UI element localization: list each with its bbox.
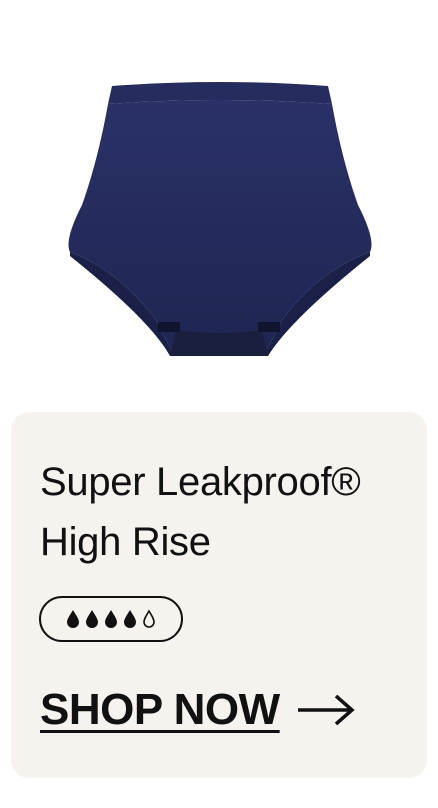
product-title[interactable]: Super Leakproof® High Rise xyxy=(40,452,420,572)
drop-outline-icon xyxy=(143,609,155,628)
product-title-line2: High Rise xyxy=(40,520,211,564)
product-image[interactable] xyxy=(0,0,438,400)
drop-filled-icon xyxy=(124,610,136,628)
arrow-right-icon xyxy=(297,694,355,726)
shop-now-link[interactable]: SHOP NOW xyxy=(40,682,356,738)
product-card[interactable]: Super Leakproof® High Rise SHOP NOW xyxy=(11,412,427,778)
drop-filled-icon xyxy=(105,610,117,628)
shop-now-label: SHOP NOW xyxy=(40,685,280,734)
product-title-line1: Super Leakproof® xyxy=(40,460,361,504)
drop-filled-icon xyxy=(67,610,79,628)
absorbency-rating xyxy=(39,596,183,642)
navy-brief-illustration xyxy=(68,82,372,356)
drop-filled-icon xyxy=(86,610,98,628)
